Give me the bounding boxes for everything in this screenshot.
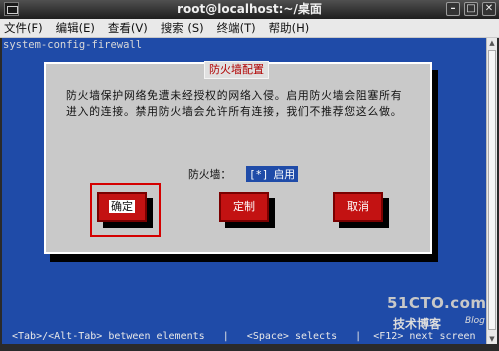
firewall-enable-checkbox[interactable]: [*] 启用	[246, 166, 299, 182]
menu-terminal[interactable]: 终端(T)	[217, 20, 256, 36]
customize-button-wrap: 定制	[219, 192, 275, 228]
menu-help[interactable]: 帮助(H)	[269, 20, 310, 36]
watermark-brand: 51CTO.com	[387, 294, 487, 312]
maximize-button[interactable]: □	[464, 2, 478, 16]
cancel-button[interactable]: 取消	[333, 192, 383, 222]
menu-bar: 文件(F) 编辑(E) 查看(V) 搜索 (S) 终端(T) 帮助(H)	[0, 19, 499, 38]
scroll-up-icon[interactable]: ▲	[487, 38, 497, 48]
watermark: 51CTO.com 技术博客 Blog	[385, 294, 495, 342]
customize-button[interactable]: 定制	[219, 192, 269, 222]
cancel-button-wrap: 取消	[333, 192, 389, 228]
focus-highlight	[90, 183, 161, 237]
watermark-tagline: 技术博客	[393, 317, 442, 331]
menu-view[interactable]: 查看(V)	[108, 20, 148, 36]
dialog-description-line: 进入的连接。禁用防火墙会允许所有连接，我们不推荐您这么做。	[66, 105, 403, 118]
menu-file[interactable]: 文件(F)	[4, 20, 43, 36]
menu-edit[interactable]: 编辑(E)	[56, 20, 95, 36]
window-titlebar: root@localhost:~/桌面 – □ ✕	[0, 0, 499, 19]
firewall-label: 防火墙：	[188, 168, 232, 181]
dialog-description: 防火墙保护网络免遭未经授权的网络入侵。启用防火墙会阻塞所有 进入的连接。禁用防火…	[66, 88, 411, 120]
dialog-description-line: 防火墙保护网络免遭未经授权的网络入侵。启用防火墙会阻塞所有	[66, 89, 403, 102]
checkbox-mark: [*]	[249, 168, 269, 181]
window-controls: – □ ✕	[446, 2, 496, 16]
dialog-title: 防火墙配置	[204, 61, 269, 79]
minimize-button[interactable]: –	[446, 2, 460, 16]
menu-search[interactable]: 搜索 (S)	[161, 20, 204, 36]
close-button[interactable]: ✕	[482, 2, 496, 16]
watermark-blog: Blog	[465, 316, 485, 326]
terminal-command: system-config-firewall	[3, 39, 143, 51]
checkbox-label: 启用	[273, 168, 296, 181]
window-title: root@localhost:~/桌面	[177, 2, 322, 16]
scrollbar-thumb[interactable]	[488, 50, 496, 330]
terminal-app-icon[interactable]	[4, 2, 19, 16]
